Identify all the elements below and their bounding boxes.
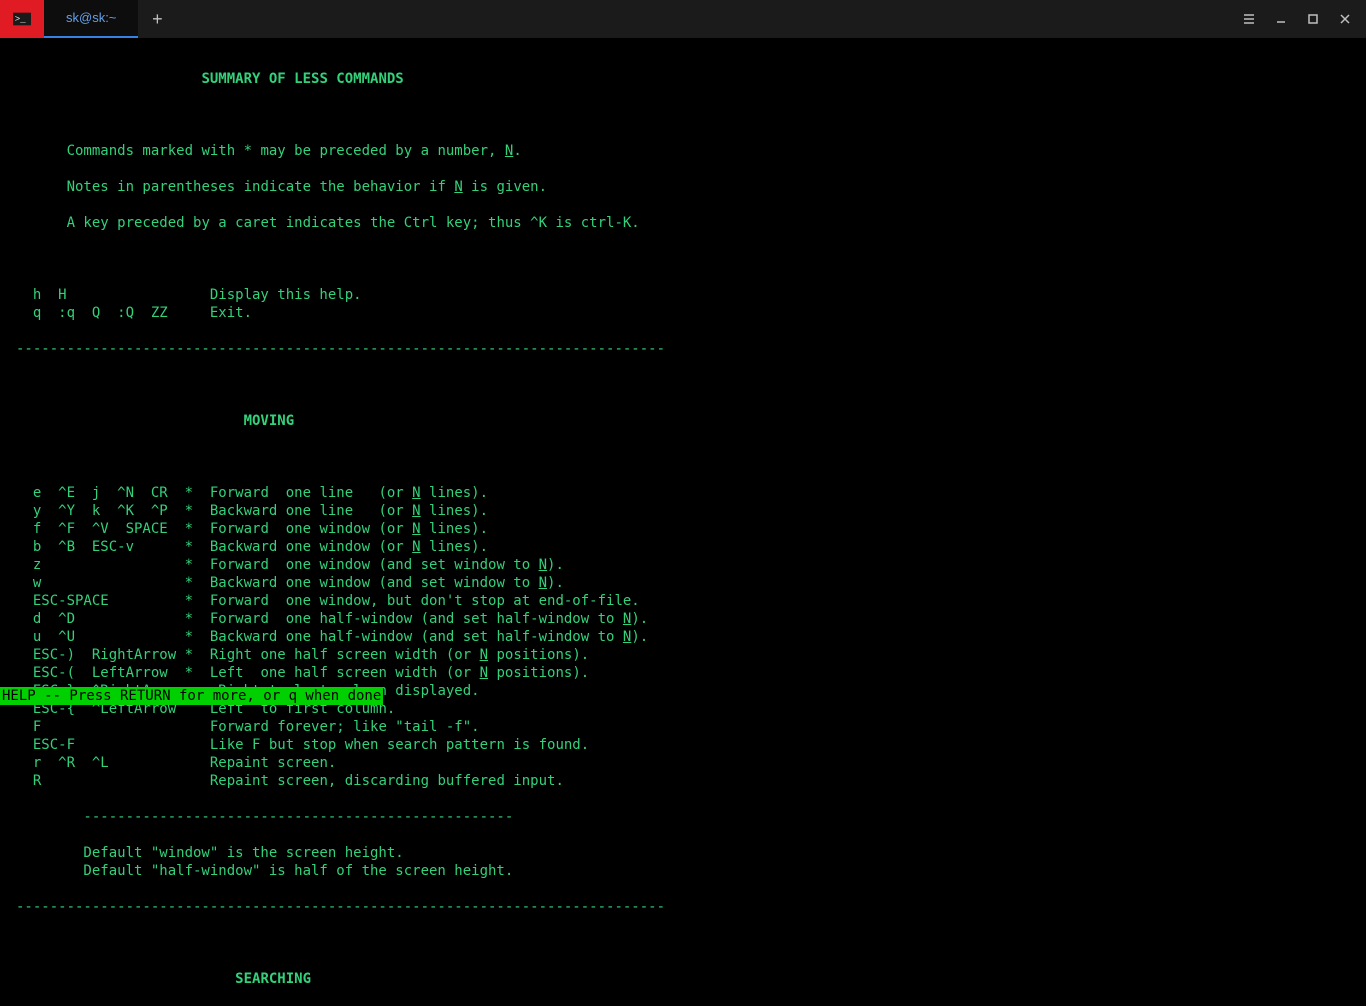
command-row: w * Backward one window (and set window … [16, 574, 1350, 592]
command-row: q :q Q :Q ZZ Exit. [16, 304, 1350, 322]
command-row: ESC-F Like F but stop when search patter… [16, 736, 1350, 754]
intro-line-2a: Notes in parentheses indicate the behavi… [67, 179, 455, 195]
minimize-button[interactable] [1266, 4, 1296, 34]
n-placeholder: N [623, 629, 631, 645]
command-row: z * Forward one window (and set window t… [16, 556, 1350, 574]
terminal-output: SUMMARY OF LESS COMMANDS Commands marked… [0, 38, 1366, 1006]
status-text: HELP -- Press RETURN for more, or q when… [2, 688, 381, 704]
intro-line-2b: is given. [463, 179, 547, 195]
command-row: F Forward forever; like "tail -f". [16, 718, 1350, 736]
app-icon: >_ [0, 0, 44, 38]
intro-n-2: N [454, 179, 462, 195]
tab-active[interactable]: sk@sk:~ [44, 0, 138, 38]
hamburger-menu-button[interactable] [1234, 4, 1264, 34]
intro-line-3: A key preceded by a caret indicates the … [67, 215, 640, 231]
n-placeholder: N [480, 647, 488, 663]
default-notes: Default "window" is the screen height. D… [16, 844, 1350, 880]
n-placeholder: N [412, 485, 420, 501]
basic-commands: h H Display this help. q :q Q :Q ZZ Exit… [16, 286, 1350, 322]
command-row: b ^B ESC-v * Backward one window (or N l… [16, 538, 1350, 556]
tab-label: sk@sk:~ [66, 9, 116, 27]
default-note: Default "window" is the screen height. [16, 844, 1350, 862]
command-row: ESC-( LeftArrow * Left one half screen w… [16, 664, 1350, 682]
command-row: R Repaint screen, discarding buffered in… [16, 772, 1350, 790]
n-placeholder: N [539, 557, 547, 573]
sub-rule-line: ----------------------------------------… [16, 808, 1350, 826]
command-row: ESC-SPACE * Forward one window, but don'… [16, 592, 1350, 610]
command-row: d ^D * Forward one half-window (and set … [16, 610, 1350, 628]
moving-title: MOVING [244, 413, 295, 429]
n-placeholder: N [623, 611, 631, 627]
moving-commands: e ^E j ^N CR * Forward one line (or N li… [16, 484, 1350, 790]
status-line[interactable]: HELP -- Press RETURN for more, or q when… [0, 687, 383, 705]
command-row: h H Display this help. [16, 286, 1350, 304]
svg-text:>_: >_ [15, 15, 26, 25]
command-row: ESC-) RightArrow * Right one half screen… [16, 646, 1350, 664]
command-row: r ^R ^L Repaint screen. [16, 754, 1350, 772]
command-row: u ^U * Backward one half-window (and set… [16, 628, 1350, 646]
intro-line-1a: Commands marked with * may be preceded b… [67, 143, 505, 159]
rule-line: ----------------------------------------… [16, 340, 1350, 358]
close-button[interactable] [1330, 4, 1360, 34]
rule-line-2: ----------------------------------------… [16, 898, 1350, 916]
command-row: y ^Y k ^K ^P * Backward one line (or N l… [16, 502, 1350, 520]
plus-icon: + [152, 10, 163, 28]
n-placeholder: N [412, 503, 420, 519]
n-placeholder: N [412, 539, 420, 555]
summary-title: SUMMARY OF LESS COMMANDS [201, 71, 403, 87]
window-titlebar: >_ sk@sk:~ + [0, 0, 1366, 38]
n-placeholder: N [412, 521, 420, 537]
default-note: Default "half-window" is half of the scr… [16, 862, 1350, 880]
command-row: e ^E j ^N CR * Forward one line (or N li… [16, 484, 1350, 502]
n-placeholder: N [480, 665, 488, 681]
command-row: f ^F ^V SPACE * Forward one window (or N… [16, 520, 1350, 538]
intro-line-1b: . [513, 143, 521, 159]
searching-title: SEARCHING [235, 971, 311, 987]
new-tab-button[interactable]: + [138, 0, 176, 38]
maximize-button[interactable] [1298, 4, 1328, 34]
n-placeholder: N [539, 575, 547, 591]
